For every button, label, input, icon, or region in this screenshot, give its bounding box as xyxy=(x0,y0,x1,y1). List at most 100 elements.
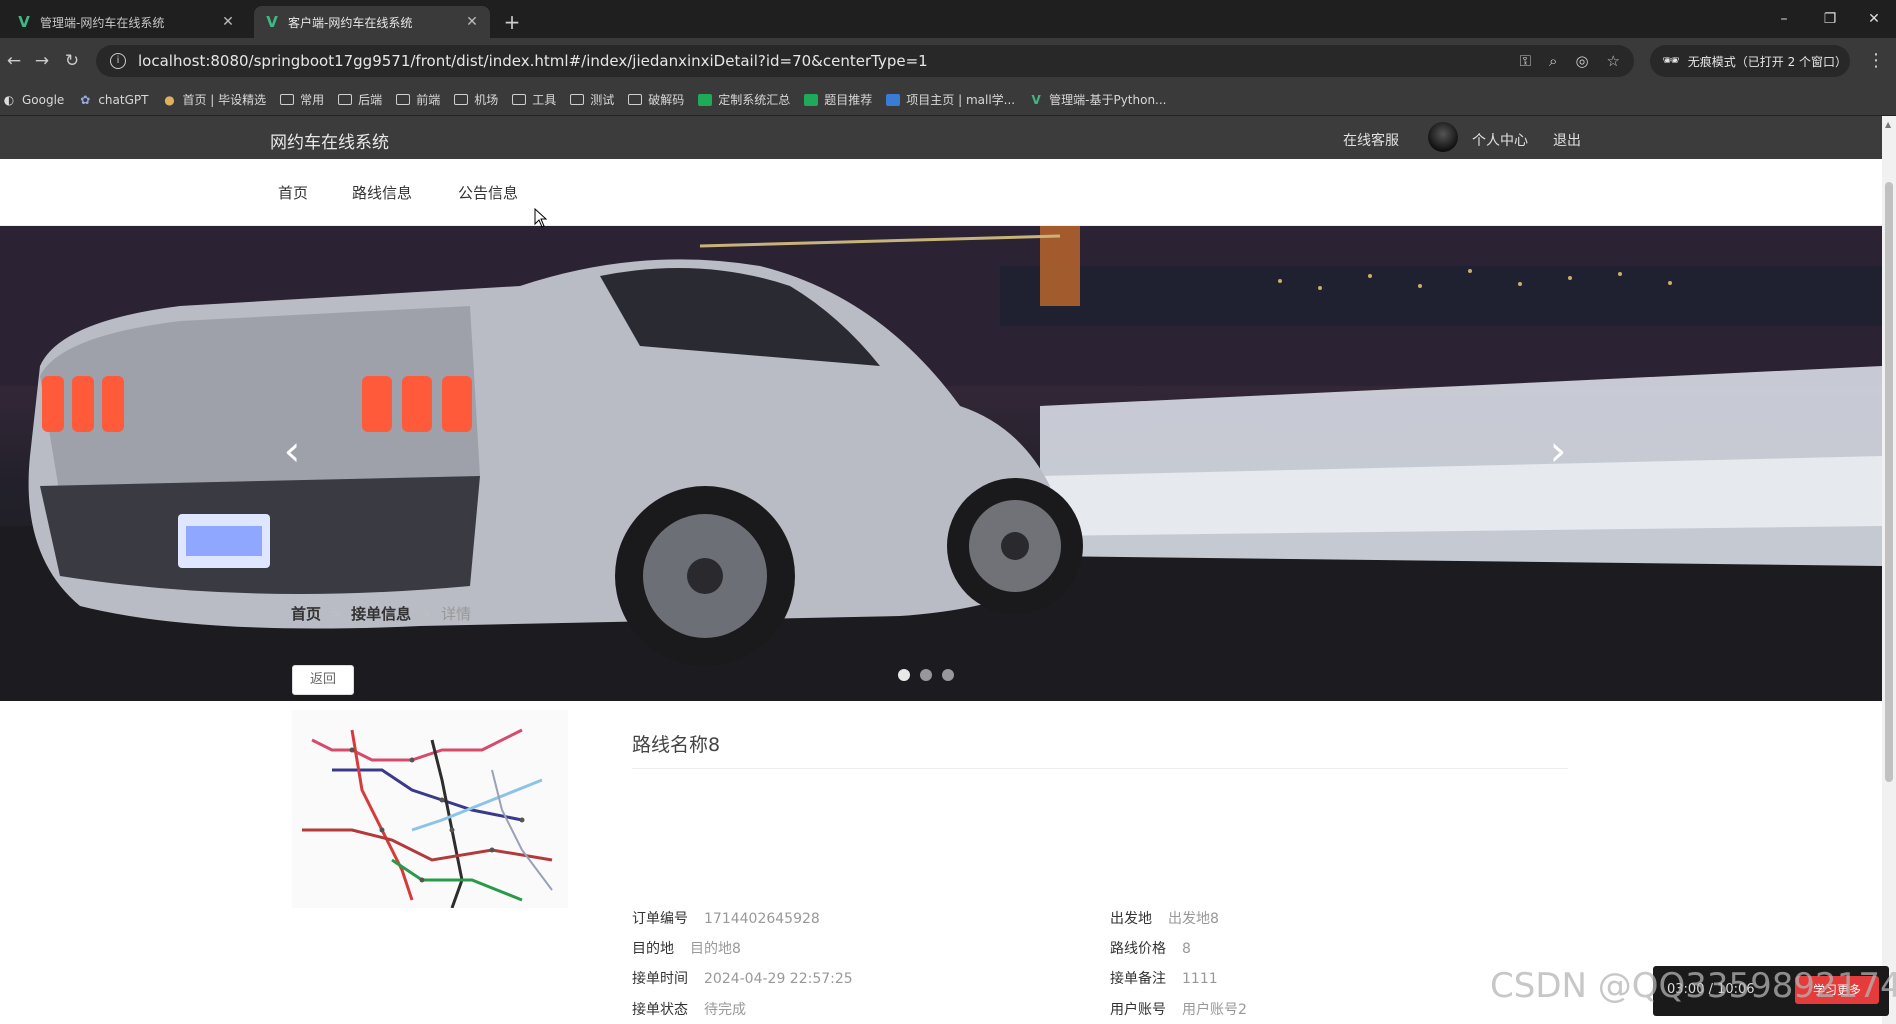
folder-icon xyxy=(570,94,585,105)
bookmark-label: 测试 xyxy=(590,93,615,107)
page-scrollbar[interactable]: ▲ xyxy=(1882,116,1896,1024)
field-label: 接单备注 xyxy=(1110,971,1166,987)
field-value: 1714402645928 xyxy=(704,911,820,927)
bookmark-folder-changyong[interactable]: 常用 xyxy=(280,91,324,108)
bookmark-label: 定制系统汇总 xyxy=(718,93,791,107)
close-icon[interactable]: ✕ xyxy=(220,14,236,30)
browser-tab-bar: V 管理端-网约车在线系统 ✕ V 客户端-网约车在线系统 ✕ + – ❐ ✕ xyxy=(0,0,1896,38)
site-info-icon[interactable]: i xyxy=(110,53,126,69)
address-bar[interactable]: i localhost:8080/springboot17gg9571/fron… xyxy=(96,45,1634,77)
site-title: 网约车在线系统 xyxy=(270,133,389,153)
field-label: 目的地 xyxy=(632,941,674,957)
bookmark-label: 首页 | 毕设精选 xyxy=(182,93,267,107)
blue-page-icon xyxy=(886,93,901,106)
incognito-icon: 🕶 xyxy=(1662,53,1680,69)
bookmark-mall[interactable]: 项目主页 | mall学... xyxy=(886,91,1015,108)
site-header: 网约车在线系统 在线客服 个人中心 退出 xyxy=(0,116,1882,159)
field-value: 用户账号2 xyxy=(1182,1002,1247,1018)
field-value: 待完成 xyxy=(704,1002,746,1018)
carousel-dot[interactable] xyxy=(920,669,932,681)
banner-carousel[interactable]: ‹ › xyxy=(0,226,1882,701)
green-doc-icon xyxy=(698,93,713,106)
bookmark-folder-gongju[interactable]: 工具 xyxy=(512,91,556,108)
zoom-icon[interactable]: ⌕ xyxy=(1549,52,1557,70)
watermark: CSDN @QQ3359892174 xyxy=(1490,966,1896,1006)
browser-tab-admin[interactable]: V 管理端-网约车在线系统 ✕ xyxy=(6,6,246,38)
bookmark-label: 机场 xyxy=(474,93,499,107)
bookmark-dingzhi[interactable]: 定制系统汇总 xyxy=(698,91,790,108)
eye-off-icon[interactable]: ◎ xyxy=(1575,52,1588,70)
bookmark-chatgpt[interactable]: ✿ chatGPT xyxy=(78,93,148,107)
field-label: 接单时间 xyxy=(632,971,688,987)
breadcrumb-separator: > xyxy=(331,606,342,621)
carousel-dot[interactable] xyxy=(898,669,910,681)
reload-icon[interactable]: ↻ xyxy=(58,47,86,75)
field-value: 2024-04-29 22:57:25 xyxy=(704,971,853,987)
carousel-next-icon[interactable]: › xyxy=(1538,430,1578,472)
bookmark-label: 项目主页 | mall学... xyxy=(906,93,1016,107)
breadcrumb-home[interactable]: 首页 xyxy=(291,603,321,624)
main-nav: 首页 路线信息 公告信息 xyxy=(0,159,1882,226)
new-tab-button[interactable]: + xyxy=(498,8,526,36)
field-value: 出发地8 xyxy=(1168,911,1219,927)
back-arrow-icon[interactable]: ← xyxy=(0,47,28,75)
breadcrumb-section[interactable]: 接单信息 xyxy=(351,603,411,624)
field-label: 订单编号 xyxy=(632,911,688,927)
scrollbar-thumb[interactable] xyxy=(1885,182,1893,782)
bookmark-label: 工具 xyxy=(532,93,557,107)
forward-arrow-icon[interactable]: → xyxy=(28,47,56,75)
chatgpt-icon: ✿ xyxy=(80,92,91,107)
field-value: 1111 xyxy=(1182,971,1218,987)
bookmark-bishe[interactable]: ● 首页 | 毕设精选 xyxy=(162,91,266,108)
menu-icon[interactable]: ⋮ xyxy=(1864,47,1888,75)
field-label: 出发地 xyxy=(1110,911,1152,927)
bookmark-folder-ceshi[interactable]: 测试 xyxy=(570,91,614,108)
back-button[interactable]: 返回 xyxy=(292,665,354,695)
folder-icon xyxy=(338,94,353,105)
folder-icon xyxy=(280,94,295,105)
online-service-link[interactable]: 在线客服 xyxy=(1343,130,1399,150)
nav-routes[interactable]: 路线信息 xyxy=(352,182,412,203)
vue-icon: V xyxy=(18,13,30,31)
route-map-image[interactable] xyxy=(292,710,568,908)
google-icon: ◐ xyxy=(3,92,15,107)
restore-icon[interactable]: ❐ xyxy=(1808,6,1852,32)
nav-notices[interactable]: 公告信息 xyxy=(458,182,518,203)
logout-link[interactable]: 退出 xyxy=(1553,130,1581,150)
incognito-indicator[interactable]: 🕶 无痕模式（已打开 2 个窗口） xyxy=(1650,45,1850,77)
bookmark-label: Google xyxy=(22,92,65,107)
bookmark-folder-houduan[interactable]: 后端 xyxy=(338,91,382,108)
scroll-up-icon[interactable]: ▲ xyxy=(1885,120,1891,129)
field-label: 用户账号 xyxy=(1110,1002,1166,1018)
bookmark-timu[interactable]: 题目推荐 xyxy=(804,91,872,108)
carousel-prev-icon[interactable]: ‹ xyxy=(272,430,312,472)
bookmark-label: 前端 xyxy=(416,93,441,107)
bookmark-folder-jichang[interactable]: 机场 xyxy=(454,91,498,108)
bookmark-label: 破解码 xyxy=(648,93,685,107)
browser-tab-client[interactable]: V 客户端-网约车在线系统 ✕ xyxy=(254,6,490,38)
page-viewport: 网约车在线系统 在线客服 个人中心 退出 首页 路线信息 公告信息 ‹ › 首页… xyxy=(0,116,1882,1024)
personal-center-link[interactable]: 个人中心 xyxy=(1472,130,1528,150)
folder-icon xyxy=(396,94,411,105)
bookmark-folder-pojiema[interactable]: 破解码 xyxy=(628,91,684,108)
carousel-indicators xyxy=(898,669,954,681)
close-icon[interactable]: ✕ xyxy=(464,14,480,30)
url-text: localhost:8080/springboot17gg9571/front/… xyxy=(138,52,928,70)
nav-home[interactable]: 首页 xyxy=(278,182,308,203)
key-icon[interactable]: ⚿ xyxy=(1520,52,1531,70)
bookmark-google[interactable]: ◐ Google xyxy=(2,92,65,107)
field-label: 接单状态 xyxy=(632,1002,688,1018)
browser-toolbar: ← → ↻ i localhost:8080/springboot17gg957… xyxy=(0,38,1896,84)
window-close-icon[interactable]: ✕ xyxy=(1852,6,1896,32)
breadcrumb: 首页 > 接单信息 > 详情 xyxy=(291,603,471,624)
minimize-icon[interactable]: – xyxy=(1762,6,1806,32)
carousel-dot[interactable] xyxy=(942,669,954,681)
field-origin: 出发地 出发地8 xyxy=(1110,908,1219,928)
bookmark-label: 常用 xyxy=(300,93,325,107)
field-time: 接单时间 2024-04-29 22:57:25 xyxy=(632,968,853,988)
star-icon[interactable]: ☆ xyxy=(1607,52,1620,70)
bookmark-folder-qianduan[interactable]: 前端 xyxy=(396,91,440,108)
detail-divider xyxy=(632,768,1568,769)
avatar[interactable] xyxy=(1428,122,1458,152)
bookmark-python-admin[interactable]: V 管理端-基于Python... xyxy=(1029,91,1166,108)
